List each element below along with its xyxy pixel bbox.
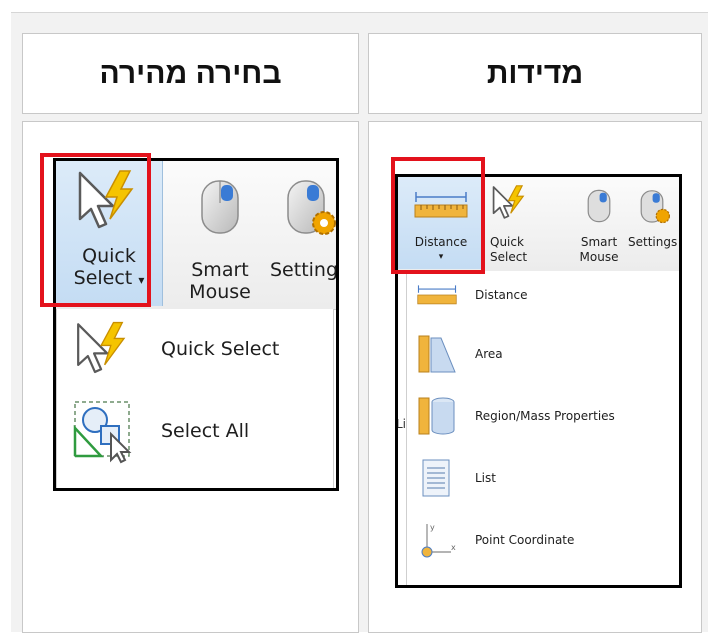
menu-item-point-coordinate[interactable]: y x Point Coordinate xyxy=(417,517,574,563)
settings-button-small[interactable]: Settings xyxy=(628,177,679,269)
quick-select-menu: Quick Select Select All xyxy=(56,309,334,488)
distance-icon xyxy=(414,191,468,219)
comparison-table: בחירה מהירה מדידות Quick Select ▾ Smart … xyxy=(11,12,708,633)
quick-select-icon xyxy=(489,183,529,223)
quick-label-1: Quick xyxy=(490,235,524,249)
edge-letter: Li xyxy=(396,417,407,431)
header-quick-select: בחירה מהירה xyxy=(22,33,359,114)
quick-label-2: Select xyxy=(490,250,528,264)
smart-mouse-label-1: Smart xyxy=(191,259,249,281)
distance-label: Distance xyxy=(414,235,468,249)
menu-item-distance[interactable]: Distance xyxy=(417,277,527,313)
menu-item-quick-select[interactable]: Quick Select xyxy=(71,315,279,383)
menu-item-list[interactable]: List xyxy=(417,455,496,501)
quick-select-small-icon xyxy=(71,319,141,379)
ribbon-bar: Quick Select ▾ Smart Mouse Setting xyxy=(56,161,336,310)
menu-item-distance-label: Distance xyxy=(475,288,528,302)
area-icon xyxy=(418,335,456,373)
distance-button[interactable]: Distance ▾ xyxy=(398,177,485,269)
list-icon xyxy=(422,459,450,497)
header-right-text: מדידות xyxy=(486,56,584,90)
smart-mouse-button[interactable]: Smart Mouse xyxy=(180,161,260,306)
menu-item-list-label: List xyxy=(475,471,496,485)
settings-icon xyxy=(640,189,670,225)
menu-item-region-mass-label: Region/Mass Properties xyxy=(475,409,615,423)
region-mass-icon xyxy=(418,397,455,435)
header-left-text: בחירה מהירה xyxy=(99,56,282,90)
settings-label: Setting xyxy=(270,259,339,281)
smart-mouse-icon xyxy=(200,179,240,235)
ribbon-bar-right: Distance ▾ Quick Select ▾ xyxy=(398,177,679,279)
quick-select-label-1: Quick xyxy=(82,245,136,267)
quick-select-button-small[interactable]: Quick Select ▾ xyxy=(484,177,532,279)
quick-select-button[interactable]: Quick Select ▾ xyxy=(56,161,163,306)
menu-item-region-mass[interactable]: Region/Mass Properties xyxy=(417,393,615,439)
select-all-icon xyxy=(71,398,141,464)
settings-button[interactable]: Setting xyxy=(266,161,339,306)
measurements-screenshot: Distance ▾ Quick Select ▾ xyxy=(395,174,682,588)
menu-item-quick-select-label: Quick Select xyxy=(161,338,280,360)
smart-mouse-small-label-1: Smart xyxy=(580,235,618,249)
smart-mouse-label-2: Mouse xyxy=(189,281,251,303)
menu-item-area[interactable]: Area xyxy=(417,331,503,377)
chevron-down-icon[interactable]: ▾ xyxy=(138,273,144,287)
point-coordinate-icon: y x xyxy=(421,523,456,558)
smart-mouse-icon xyxy=(587,189,611,223)
smart-mouse-small-label-2: Mouse xyxy=(579,250,619,264)
settings-icon xyxy=(286,179,336,237)
svg-text:x: x xyxy=(451,543,456,552)
chevron-down-icon[interactable]: ▾ xyxy=(398,250,484,265)
measurements-menu: Distance Area Region/Mass Properties Lis… xyxy=(406,271,679,585)
smart-mouse-button-small[interactable]: Smart Mouse xyxy=(574,177,624,269)
header-measurements: מדידות xyxy=(368,33,702,114)
quick-select-label-2: Select xyxy=(73,267,133,289)
quick-select-icon xyxy=(72,167,142,235)
menu-item-select-all-label: Select All xyxy=(161,420,250,442)
menu-item-area-label: Area xyxy=(475,347,503,361)
settings-small-label: Settings xyxy=(628,235,678,249)
quick-select-screenshot: Quick Select ▾ Smart Mouse Setting Quick… xyxy=(53,158,339,491)
distance-icon xyxy=(417,285,457,305)
menu-item-select-all[interactable]: Select All xyxy=(71,395,249,467)
menu-item-point-coordinate-label: Point Coordinate xyxy=(475,533,575,547)
svg-text:y: y xyxy=(430,523,435,532)
